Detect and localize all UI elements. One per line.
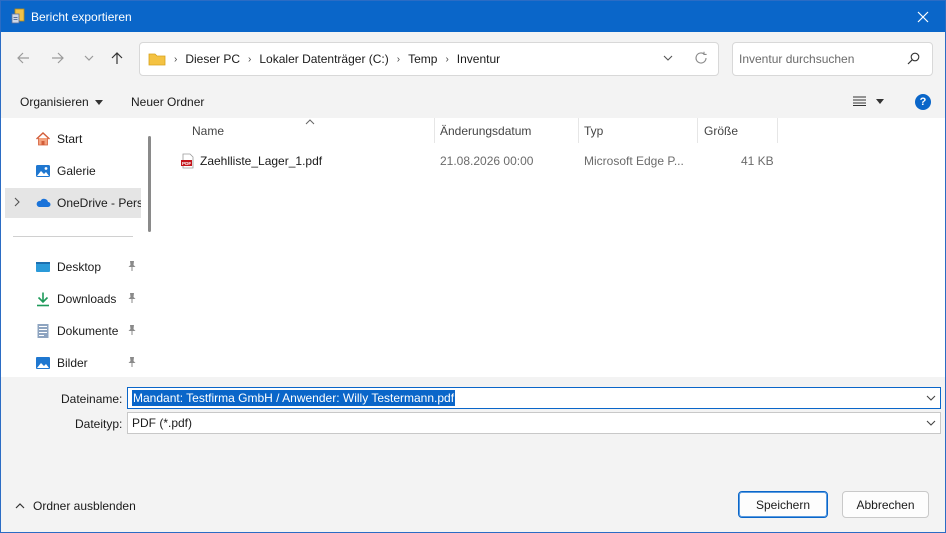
filename-field[interactable]: Mandant: Testfirma GmbH / Anwender: Will… [127,387,941,409]
breadcrumb-item[interactable]: Temp [402,52,443,66]
column-separator[interactable] [777,118,778,143]
sidebar-item-documents[interactable]: Dokumente [5,316,141,346]
arrow-right-icon [52,52,64,64]
filetype-value: PDF (*.pdf) [132,416,193,430]
sidebar-item-gallery[interactable]: Galerie [5,156,141,186]
sidebar-divider [13,236,133,237]
file-type: Microsoft Edge P... [584,154,684,168]
command-bar: Organisieren Neuer Ordner ? [1,87,945,118]
sidebar-item-start[interactable]: Start [5,124,141,154]
navigation-pane: Start Galerie OneDrive - Perso Desktop D… [1,118,154,377]
file-list: Name Änderungsdatum Typ Größe PDF Zaehll… [161,118,945,377]
title-bar: Bericht exportieren [1,1,945,32]
new-folder-button[interactable]: Neuer Ordner [131,95,204,109]
cancel-button[interactable]: Abbrechen [842,491,929,518]
sidebar-item-downloads[interactable]: Downloads [5,284,141,314]
svg-text:PDF: PDF [182,161,191,166]
search-icon [907,52,920,65]
breadcrumb-item[interactable]: Inventur [451,52,506,66]
address-row: › Dieser PC › Lokaler Datenträger (C:) ›… [1,32,945,87]
column-header-name[interactable]: Name [186,118,434,143]
app-icon [11,8,25,24]
column-header-size[interactable]: Größe [698,118,778,143]
hide-folders-toggle[interactable]: Ordner ausblenden [15,499,136,513]
pin-icon [128,293,136,303]
new-folder-label: Neuer Ordner [131,95,205,109]
forward-button[interactable] [46,46,70,70]
column-header-type[interactable]: Typ [578,118,697,143]
chevron-up-icon [15,503,25,509]
hide-folders-label: Ordner ausblenden [33,499,136,513]
chevron-right-icon: › [174,53,178,65]
sidebar-item-label: Galerie [57,164,96,178]
chevron-right-icon[interactable] [13,197,21,207]
chevron-down-icon [84,55,94,61]
organize-label: Organisieren [20,95,89,109]
download-icon [37,292,49,307]
up-button[interactable] [105,46,129,70]
back-button[interactable] [11,46,35,70]
onedrive-icon [36,198,51,207]
gallery-icon [36,165,50,177]
sidebar-scrollbar[interactable] [148,136,151,232]
breadcrumb: › Dieser PC › Lokaler Datenträger (C:) ›… [172,43,506,75]
pdf-file-icon: PDF [181,153,194,169]
file-name: Zaehlliste_Lager_1.pdf [200,154,323,168]
view-options-button[interactable] [853,96,884,106]
details-view-icon [853,96,866,106]
sidebar-item-onedrive[interactable]: OneDrive - Perso [5,188,141,218]
document-icon [37,324,49,338]
refresh-icon[interactable] [694,51,708,65]
pin-icon [128,325,136,335]
pin-icon [128,261,136,271]
file-row[interactable]: PDF Zaehlliste_Lager_1.pdf 21.08.2026 00… [175,150,775,172]
chevron-right-icon: › [248,53,252,65]
filetype-select[interactable]: PDF (*.pdf) [127,412,941,434]
organize-button[interactable]: Organisieren [20,95,103,109]
chevron-right-icon: › [445,53,449,65]
help-button[interactable]: ? [915,94,931,110]
chevron-down-icon[interactable] [926,394,936,402]
sidebar-item-desktop[interactable]: Desktop [5,252,141,282]
breadcrumb-item[interactable]: Lokaler Datenträger (C:) [253,52,394,66]
search-box[interactable] [732,42,933,76]
file-modified: 21.08.2026 00:00 [440,154,534,168]
window-title: Bericht exportieren [31,10,132,24]
filetype-label: Dateityp: [75,417,123,431]
pin-icon [128,357,136,367]
recent-locations-button[interactable] [77,46,101,70]
arrow-up-icon [111,52,123,64]
save-button[interactable]: Speichern [738,491,828,518]
sidebar-item-label: Start [57,132,83,146]
close-icon [917,11,929,22]
caret-down-icon [94,99,103,105]
desktop-icon [36,262,50,272]
folder-icon [148,53,166,66]
close-button[interactable] [901,1,945,32]
home-icon [36,132,50,146]
chevron-down-icon[interactable] [662,52,674,64]
chevron-right-icon: › [396,53,401,65]
sidebar-item-pictures[interactable]: Bilder [5,348,141,378]
arrow-left-icon [17,52,29,64]
pictures-icon [36,357,50,369]
address-bar[interactable]: › Dieser PC › Lokaler Datenträger (C:) ›… [139,42,719,76]
caret-down-icon [876,98,884,104]
save-options: Dateiname: Mandant: Testfirma GmbH / Anw… [1,377,945,532]
save-dialog: Bericht exportieren › Dieser PC › Lokale… [0,0,946,533]
chevron-down-icon [926,420,936,426]
breadcrumb-item[interactable]: Dieser PC [179,52,246,66]
column-header-date[interactable]: Änderungsdatum [434,118,578,143]
filename-label: Dateiname: [61,392,123,406]
sidebar-item-label: OneDrive - Perso [57,196,141,210]
search-input[interactable] [739,49,899,69]
file-size: 41 KB [741,154,774,168]
filename-value[interactable]: Mandant: Testfirma GmbH / Anwender: Will… [132,390,456,406]
